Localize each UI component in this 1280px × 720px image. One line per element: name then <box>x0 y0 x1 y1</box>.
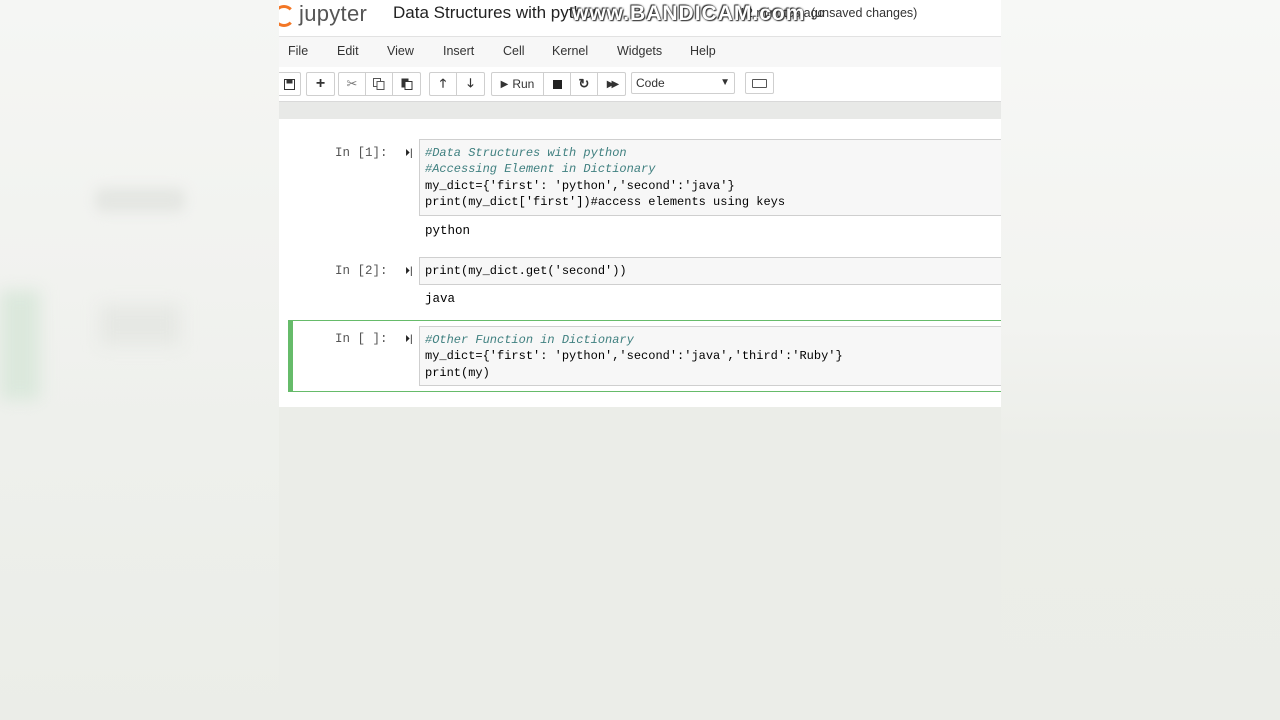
cell-prompt: In [ ]: <box>335 332 388 346</box>
run-label: Run <box>512 77 535 91</box>
menu-help[interactable]: Help <box>690 44 716 58</box>
cell-type-select[interactable]: Code ▼ <box>631 72 735 94</box>
jupyter-logo[interactable]: jupyter <box>279 1 367 27</box>
code-cell-input[interactable]: #Data Structures with python #Accessing … <box>419 139 1001 216</box>
command-palette-button[interactable] <box>745 72 774 94</box>
toolbar-group-save <box>279 72 301 96</box>
toolbar-group-edit: ✂ <box>338 72 421 96</box>
jupyter-logo-icon <box>279 3 295 27</box>
code-line: #Data Structures with python <box>425 146 627 160</box>
interrupt-button[interactable] <box>544 73 571 95</box>
menu-bar: File Edit View Insert Cell Kernel Widget… <box>279 36 1001 68</box>
arrow-up-icon: 🡑 <box>439 75 447 90</box>
arrow-down-icon: 🡓 <box>467 75 474 90</box>
paste-button[interactable] <box>393 73 420 95</box>
blurred-background-right <box>1001 0 1280 720</box>
cell-output: python <box>425 224 471 238</box>
code-line: print(my_dict['first'])#access elements … <box>425 194 786 209</box>
code-cell-input[interactable]: print(my_dict.get('second')) <box>419 257 1001 285</box>
unsaved-changes-indicator: (unsaved changes) <box>811 6 918 20</box>
run-icon: ▶ <box>500 78 509 90</box>
notebook-window: jupyter Data Structures with python 12 m… <box>279 0 1001 407</box>
run-cell-icon[interactable]: ⏵| <box>405 334 413 345</box>
bandicam-watermark: www.BANDICAM.com <box>572 2 806 25</box>
toolbar-group-insert: + <box>306 72 335 96</box>
run-cell-icon[interactable]: ⏵| <box>405 148 413 159</box>
notebook-background <box>279 407 1001 720</box>
keyboard-icon <box>752 78 767 88</box>
move-up-button[interactable]: 🡑 <box>430 73 457 95</box>
restart-button[interactable]: ↻ <box>571 73 598 95</box>
menu-widgets[interactable]: Widgets <box>617 44 662 58</box>
insert-cell-button[interactable]: + <box>307 73 334 95</box>
copy-icon <box>373 78 385 90</box>
menu-cell[interactable]: Cell <box>503 44 525 58</box>
fast-forward-icon: ▶▶ <box>606 78 620 90</box>
cell-type-value: Code <box>636 76 665 90</box>
cell-prompt: In [2]: <box>335 264 388 278</box>
toolbar-group-run: ▶ Run ↻ ▶▶ <box>491 72 626 96</box>
logo-text: jupyter <box>299 1 368 26</box>
code-cell-input[interactable]: #Other Function in Dictionary my_dict={'… <box>419 326 1001 386</box>
menu-edit[interactable]: Edit <box>337 44 359 58</box>
cut-icon: ✂ <box>346 76 358 91</box>
blur-shape <box>100 305 180 345</box>
menu-kernel[interactable]: Kernel <box>552 44 588 58</box>
cut-button[interactable]: ✂ <box>339 73 366 95</box>
run-button[interactable]: ▶ Run <box>492 73 544 95</box>
blurred-background-left <box>0 0 279 720</box>
selected-cell-indicator <box>288 320 293 392</box>
menu-view[interactable]: View <box>387 44 414 58</box>
paste-icon <box>401 78 412 90</box>
notebook-header: jupyter Data Structures with python 12 m… <box>279 0 1001 36</box>
cell-output: java <box>425 292 456 306</box>
cell-prompt: In [1]: <box>335 146 388 160</box>
chevron-down-icon: ▼ <box>720 77 730 88</box>
blur-shape <box>0 290 40 400</box>
menu-file[interactable]: File <box>288 44 308 58</box>
menu-insert[interactable]: Insert <box>443 44 474 58</box>
move-down-button[interactable]: 🡓 <box>457 73 484 95</box>
restart-icon: ↻ <box>578 76 590 91</box>
copy-button[interactable] <box>366 73 393 95</box>
code-line: my_dict={'first': 'python','second':'jav… <box>425 349 843 364</box>
toolbar-group-move: 🡑 🡓 <box>429 72 485 96</box>
code-line: print(my_dict.get('second')) <box>425 264 627 278</box>
notebook-title[interactable]: Data Structures with python <box>393 3 602 23</box>
code-line: #Accessing Element in Dictionary <box>425 162 656 177</box>
code-line: print(my) <box>425 365 490 380</box>
code-line: #Other Function in Dictionary <box>425 333 634 347</box>
blur-shape <box>95 188 185 212</box>
restart-run-all-button[interactable]: ▶▶ <box>598 73 625 95</box>
save-button[interactable] <box>279 73 300 95</box>
stop-icon <box>552 79 562 89</box>
toolbar: + ✂ 🡑 🡓 ▶ Run ↻ ▶▶ Code ▼ <box>279 67 1001 101</box>
save-icon <box>283 78 295 90</box>
toolbar-separator <box>279 101 1001 119</box>
plus-icon: + <box>315 75 326 92</box>
run-cell-icon[interactable]: ⏵| <box>405 266 413 277</box>
code-line: my_dict={'first': 'python','second':'jav… <box>425 178 735 193</box>
